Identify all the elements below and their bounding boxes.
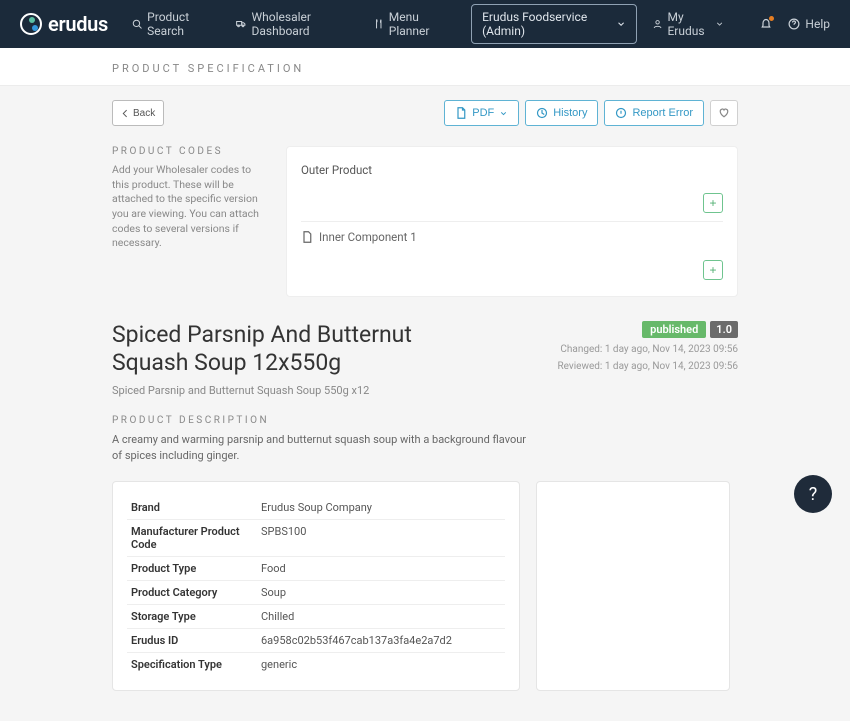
- pdf-label: PDF: [472, 107, 494, 119]
- caret-down-icon: [499, 109, 508, 118]
- side-placeholder-card: [536, 481, 730, 691]
- history-label: History: [553, 107, 587, 119]
- table-row: Product TypeFood: [127, 556, 505, 580]
- report-error-label: Report Error: [632, 107, 693, 119]
- help-link[interactable]: Help: [788, 17, 830, 31]
- page-title: PRODUCT SPECIFICATION: [112, 62, 738, 75]
- file-icon: [455, 107, 467, 119]
- help-icon: [788, 18, 800, 30]
- truck-icon: [236, 18, 246, 30]
- nav-menu-planner[interactable]: Menu Planner: [374, 10, 451, 38]
- top-nav: erudus Product Search Wholesaler Dashboa…: [0, 0, 850, 48]
- back-label: Back: [133, 108, 155, 119]
- add-inner-code-button[interactable]: +: [703, 260, 723, 280]
- add-outer-code-button[interactable]: +: [703, 193, 723, 213]
- product-subtitle: Spiced Parsnip and Butternut Squash Soup…: [112, 384, 492, 397]
- report-error-button[interactable]: Report Error: [604, 100, 704, 126]
- question-icon: ?: [809, 484, 818, 505]
- table-row: BrandErudus Soup Company: [127, 496, 505, 520]
- pdf-button[interactable]: PDF: [444, 100, 519, 126]
- status-badge: published: [642, 321, 706, 338]
- product-codes-heading: PRODUCT CODES: [112, 146, 270, 157]
- spec-val: generic: [257, 652, 505, 676]
- caret-down-icon: [616, 18, 626, 30]
- table-row: Specification Typegeneric: [127, 652, 505, 676]
- brand-name: erudus: [48, 12, 108, 36]
- nav-label: My Erudus: [667, 10, 710, 38]
- user-icon: [653, 18, 662, 30]
- nav-label: Help: [805, 17, 830, 31]
- spec-val: Chilled: [257, 604, 505, 628]
- spec-key: Specification Type: [127, 652, 257, 676]
- back-button[interactable]: Back: [112, 100, 164, 126]
- caret-down-icon: [715, 18, 724, 30]
- spec-val: Food: [257, 556, 505, 580]
- favourite-button[interactable]: [710, 100, 738, 126]
- spec-table-card: BrandErudus Soup Company Manufacturer Pr…: [112, 481, 520, 691]
- brand-logo[interactable]: erudus: [20, 12, 108, 36]
- product-codes-card: Outer Product + Inner Component 1 +: [286, 146, 738, 297]
- spec-key: Manufacturer Product Code: [127, 519, 257, 556]
- nav-label: Menu Planner: [389, 10, 451, 38]
- help-fab[interactable]: ?: [794, 475, 832, 513]
- changed-timestamp: Changed: 1 day ago, Nov 14, 2023 09:56: [557, 344, 738, 355]
- search-icon: [132, 18, 142, 30]
- workspace-selector[interactable]: Erudus Foodservice (Admin): [471, 4, 637, 44]
- workspace-label: Erudus Foodservice (Admin): [482, 10, 610, 38]
- spec-key: Brand: [127, 496, 257, 520]
- spec-val: Erudus Soup Company: [257, 496, 505, 520]
- product-description-text: A creamy and warming parsnip and buttern…: [112, 432, 532, 463]
- product-codes-help: Add your Wholesaler codes to this produc…: [112, 163, 270, 251]
- spec-val: SPBS100: [257, 519, 505, 556]
- product-title: Spiced Parsnip And Butternut Squash Soup…: [112, 321, 492, 376]
- spec-key: Storage Type: [127, 604, 257, 628]
- arrow-left-icon: [121, 109, 130, 118]
- outer-product-label: Outer Product: [301, 163, 372, 177]
- utensils-icon: [374, 18, 384, 30]
- inner-component-label: Inner Component 1: [319, 230, 417, 244]
- notifications-bell[interactable]: [760, 18, 772, 30]
- nav-label: Product Search: [147, 10, 216, 38]
- heart-icon: [718, 107, 730, 119]
- nav-wholesaler-dashboard[interactable]: Wholesaler Dashboard: [236, 10, 353, 38]
- product-description-heading: PRODUCT DESCRIPTION: [112, 415, 532, 426]
- version-badge: 1.0: [710, 321, 738, 338]
- clock-icon: [536, 107, 548, 119]
- history-button[interactable]: History: [525, 100, 598, 126]
- alert-icon: [615, 107, 627, 119]
- spec-key: Erudus ID: [127, 628, 257, 652]
- my-erudus-menu[interactable]: My Erudus: [653, 10, 724, 38]
- nav-product-search[interactable]: Product Search: [132, 10, 216, 38]
- notification-dot-icon: [769, 16, 774, 21]
- spec-key: Product Category: [127, 580, 257, 604]
- nav-label: Wholesaler Dashboard: [252, 10, 354, 38]
- logo-icon: [20, 13, 42, 35]
- file-icon: [301, 231, 313, 243]
- reviewed-timestamp: Reviewed: 1 day ago, Nov 14, 2023 09:56: [557, 361, 738, 372]
- table-row: Storage TypeChilled: [127, 604, 505, 628]
- table-row: Manufacturer Product CodeSPBS100: [127, 519, 505, 556]
- spec-val: 6a958c02b53f467cab137a3fa4e2a7d2: [257, 628, 505, 652]
- table-row: Erudus ID6a958c02b53f467cab137a3fa4e2a7d…: [127, 628, 505, 652]
- table-row: Product CategorySoup: [127, 580, 505, 604]
- spec-key: Product Type: [127, 556, 257, 580]
- spec-val: Soup: [257, 580, 505, 604]
